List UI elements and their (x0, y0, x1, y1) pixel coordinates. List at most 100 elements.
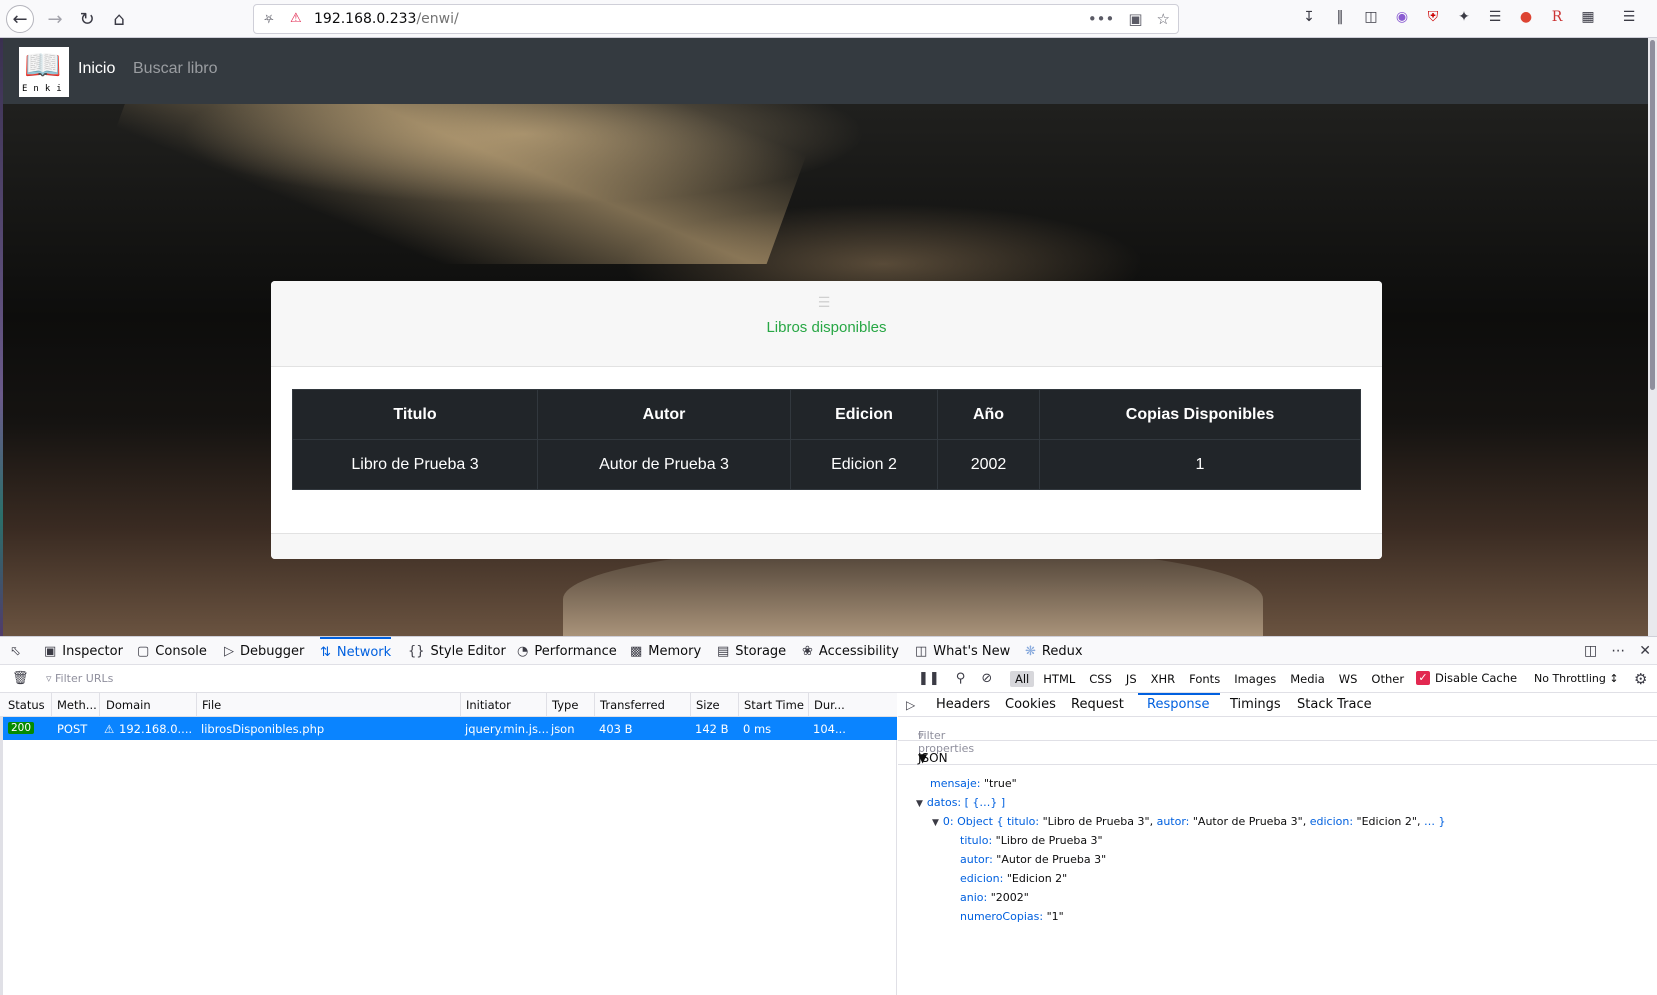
json-row-edicion[interactable]: edicion: "Edicion 2" (960, 872, 1067, 885)
detail-tab-request[interactable]: Request (1071, 697, 1124, 712)
back-arrow-icon[interactable]: ← (6, 5, 34, 33)
filter-html[interactable]: HTML (1038, 671, 1080, 687)
dock-side-icon[interactable]: ◫ (1584, 643, 1597, 659)
filter-xhr[interactable]: XHR (1146, 671, 1181, 687)
detail-tab-timings[interactable]: Timings (1230, 697, 1281, 712)
tab-console[interactable]: ▢ Console (137, 637, 207, 665)
tab-debugger[interactable]: ▷ Debugger (224, 637, 304, 665)
extension-bird-icon[interactable]: ✦ (1455, 8, 1473, 26)
disable-cache-checkbox[interactable]: ✓ Disable Cache (1416, 671, 1517, 685)
reload-icon[interactable]: ↻ (73, 5, 101, 33)
detail-tab-stack-trace[interactable]: Stack Trace (1297, 697, 1372, 712)
tab-redux[interactable]: ❋ Redux (1025, 637, 1083, 665)
tab-performance[interactable]: ◔ Performance (517, 637, 617, 665)
throttling-select[interactable]: No Throttling ↕ (1534, 672, 1619, 685)
detail-tab-headers[interactable]: Headers (936, 697, 990, 712)
nav-inicio[interactable]: Inicio (78, 60, 115, 78)
col-transferred[interactable]: Transferred (600, 698, 665, 712)
json-row-anio[interactable]: anio: "2002" (960, 891, 1029, 904)
devtools-more-icon[interactable]: ⋯ (1611, 643, 1625, 659)
filter-urls-placeholder: Filter URLs (55, 672, 114, 685)
filter-media[interactable]: Media (1285, 671, 1330, 687)
type-filters: All HTML CSS JS XHR Fonts Images Media W… (1010, 671, 1409, 687)
tab-label: Inspector (62, 643, 123, 659)
tab-accessibility[interactable]: ❀ Accessibility (802, 637, 899, 665)
col-initiator[interactable]: Initiator (466, 698, 511, 712)
extension-r-icon[interactable]: R (1548, 8, 1566, 26)
filter-js[interactable]: JS (1121, 671, 1142, 687)
filter-urls-input[interactable]: ▿ Filter URLs (46, 672, 113, 685)
tab-style-editor[interactable]: {} Style Editor (408, 637, 506, 665)
request-row[interactable]: 200 POST ⚠ 192.168.0.... librosDisponibl… (3, 717, 897, 740)
network-filter-bar: 🗑 ▿ Filter URLs ❚❚ ⚲ ⊘ All HTML CSS JS X… (0, 665, 1657, 693)
filter-all[interactable]: All (1010, 671, 1035, 687)
tab-storage[interactable]: ▤ Storage (717, 637, 786, 665)
ublock-icon[interactable]: ⛨ (1424, 8, 1442, 26)
filter-images[interactable]: Images (1229, 671, 1281, 687)
filter-css[interactable]: CSS (1084, 671, 1117, 687)
filter-properties-input[interactable]: ▿ Filter properties (898, 717, 1657, 755)
col-method[interactable]: Meth... (57, 698, 97, 712)
bookmark-star-icon[interactable]: ☆ (1157, 10, 1170, 28)
search-icon[interactable]: ⚲ (956, 671, 966, 686)
forward-arrow-icon[interactable]: → (41, 5, 69, 33)
pocket-icon[interactable]: ▣ (1128, 10, 1142, 28)
extension-red-dot-icon[interactable]: ● (1517, 8, 1535, 26)
scrollbar-thumb[interactable] (1650, 40, 1655, 390)
json-row-numero-copias[interactable]: numeroCopias: "1" (960, 910, 1064, 923)
json-row-autor[interactable]: autor: "Autor de Prueba 3" (960, 853, 1106, 866)
col-file[interactable]: File (202, 698, 221, 712)
col-start-time[interactable]: Start Time (744, 698, 804, 712)
detail-tab-cookies[interactable]: Cookies (1005, 697, 1056, 712)
insecure-lock-icon[interactable]: ⚠ (290, 12, 304, 26)
col-duration[interactable]: Dur... (814, 698, 845, 712)
col-size[interactable]: Size (696, 698, 720, 712)
tab-label: Performance (534, 643, 617, 659)
extension-grid-icon[interactable]: ▦ (1579, 8, 1597, 26)
block-icon[interactable]: ⊘ (981, 671, 992, 686)
library-icon[interactable]: ‖ (1331, 8, 1349, 26)
col-domain[interactable]: Domain (106, 698, 151, 712)
tab-memory[interactable]: ▩ Memory (630, 637, 701, 665)
url-path: /enwi/ (416, 11, 459, 27)
filter-other[interactable]: Other (1366, 671, 1409, 687)
tab-label: Accessibility (818, 643, 899, 659)
nav-buscar-libro[interactable]: Buscar libro (133, 60, 217, 78)
json-row-mensaje[interactable]: mensaje: "true" (930, 777, 1017, 790)
home-icon[interactable]: ⌂ (105, 5, 133, 33)
site-logo[interactable]: 📖 Enki (19, 47, 69, 97)
request-initiator[interactable]: jquery.min.js... (465, 722, 549, 736)
tab-inspector[interactable]: ▣ Inspector (44, 637, 123, 665)
disable-cache-label: Disable Cache (1435, 671, 1518, 685)
clear-trash-icon[interactable]: 🗑 (12, 671, 29, 686)
sidebar-icon[interactable]: ◫ (1362, 8, 1380, 26)
json-value: "Autor de Prueba 3" (996, 853, 1107, 866)
menu-icon[interactable]: ☰ (1620, 8, 1638, 26)
page-scrollbar[interactable] (1648, 38, 1657, 636)
pause-icon[interactable]: ❚❚ (918, 671, 940, 686)
url-text[interactable]: 192.168.0.233/enwi/ (314, 11, 459, 27)
expand-triangle-icon: ▼ (916, 799, 923, 809)
filter-fonts[interactable]: Fonts (1184, 671, 1225, 687)
gear-icon[interactable]: ⚙ (1634, 670, 1647, 688)
filter-ws[interactable]: WS (1334, 671, 1363, 687)
close-devtools-icon[interactable]: ✕ (1639, 643, 1651, 659)
json-section-header[interactable]: ▼ JSON (898, 741, 1657, 765)
col-type[interactable]: Type (552, 698, 578, 712)
downloads-icon[interactable]: ↧ (1300, 8, 1318, 26)
tab-network[interactable]: ⇅ Network (320, 637, 392, 665)
extension-bars-icon[interactable]: ☰ (1486, 8, 1504, 26)
url-bar[interactable]: ⛧ ⚠ 192.168.0.233/enwi/ ••• ▣ ☆ (253, 4, 1179, 34)
json-row-titulo[interactable]: titulo: "Libro de Prueba 3" (960, 834, 1103, 847)
element-picker-icon[interactable]: ⬁ (10, 637, 21, 665)
debugger-icon: ▷ (224, 643, 234, 659)
tracking-shield-icon[interactable]: ⛧ (264, 12, 278, 26)
json-row-datos[interactable]: ▼ datos: [ {…} ] (916, 796, 1005, 809)
extension-purple-icon[interactable]: ◉ (1393, 8, 1411, 26)
toggle-panel-icon[interactable]: ▷ (906, 698, 915, 712)
page-actions-icon[interactable]: ••• (1088, 10, 1115, 28)
tab-whats-new[interactable]: ◫ What's New (915, 637, 1010, 665)
detail-tab-response[interactable]: Response (1147, 697, 1209, 712)
json-row-object-0[interactable]: ▼ 0: Object { titulo: "Libro de Prueba 3"… (932, 815, 1445, 828)
col-status[interactable]: Status (8, 698, 45, 712)
